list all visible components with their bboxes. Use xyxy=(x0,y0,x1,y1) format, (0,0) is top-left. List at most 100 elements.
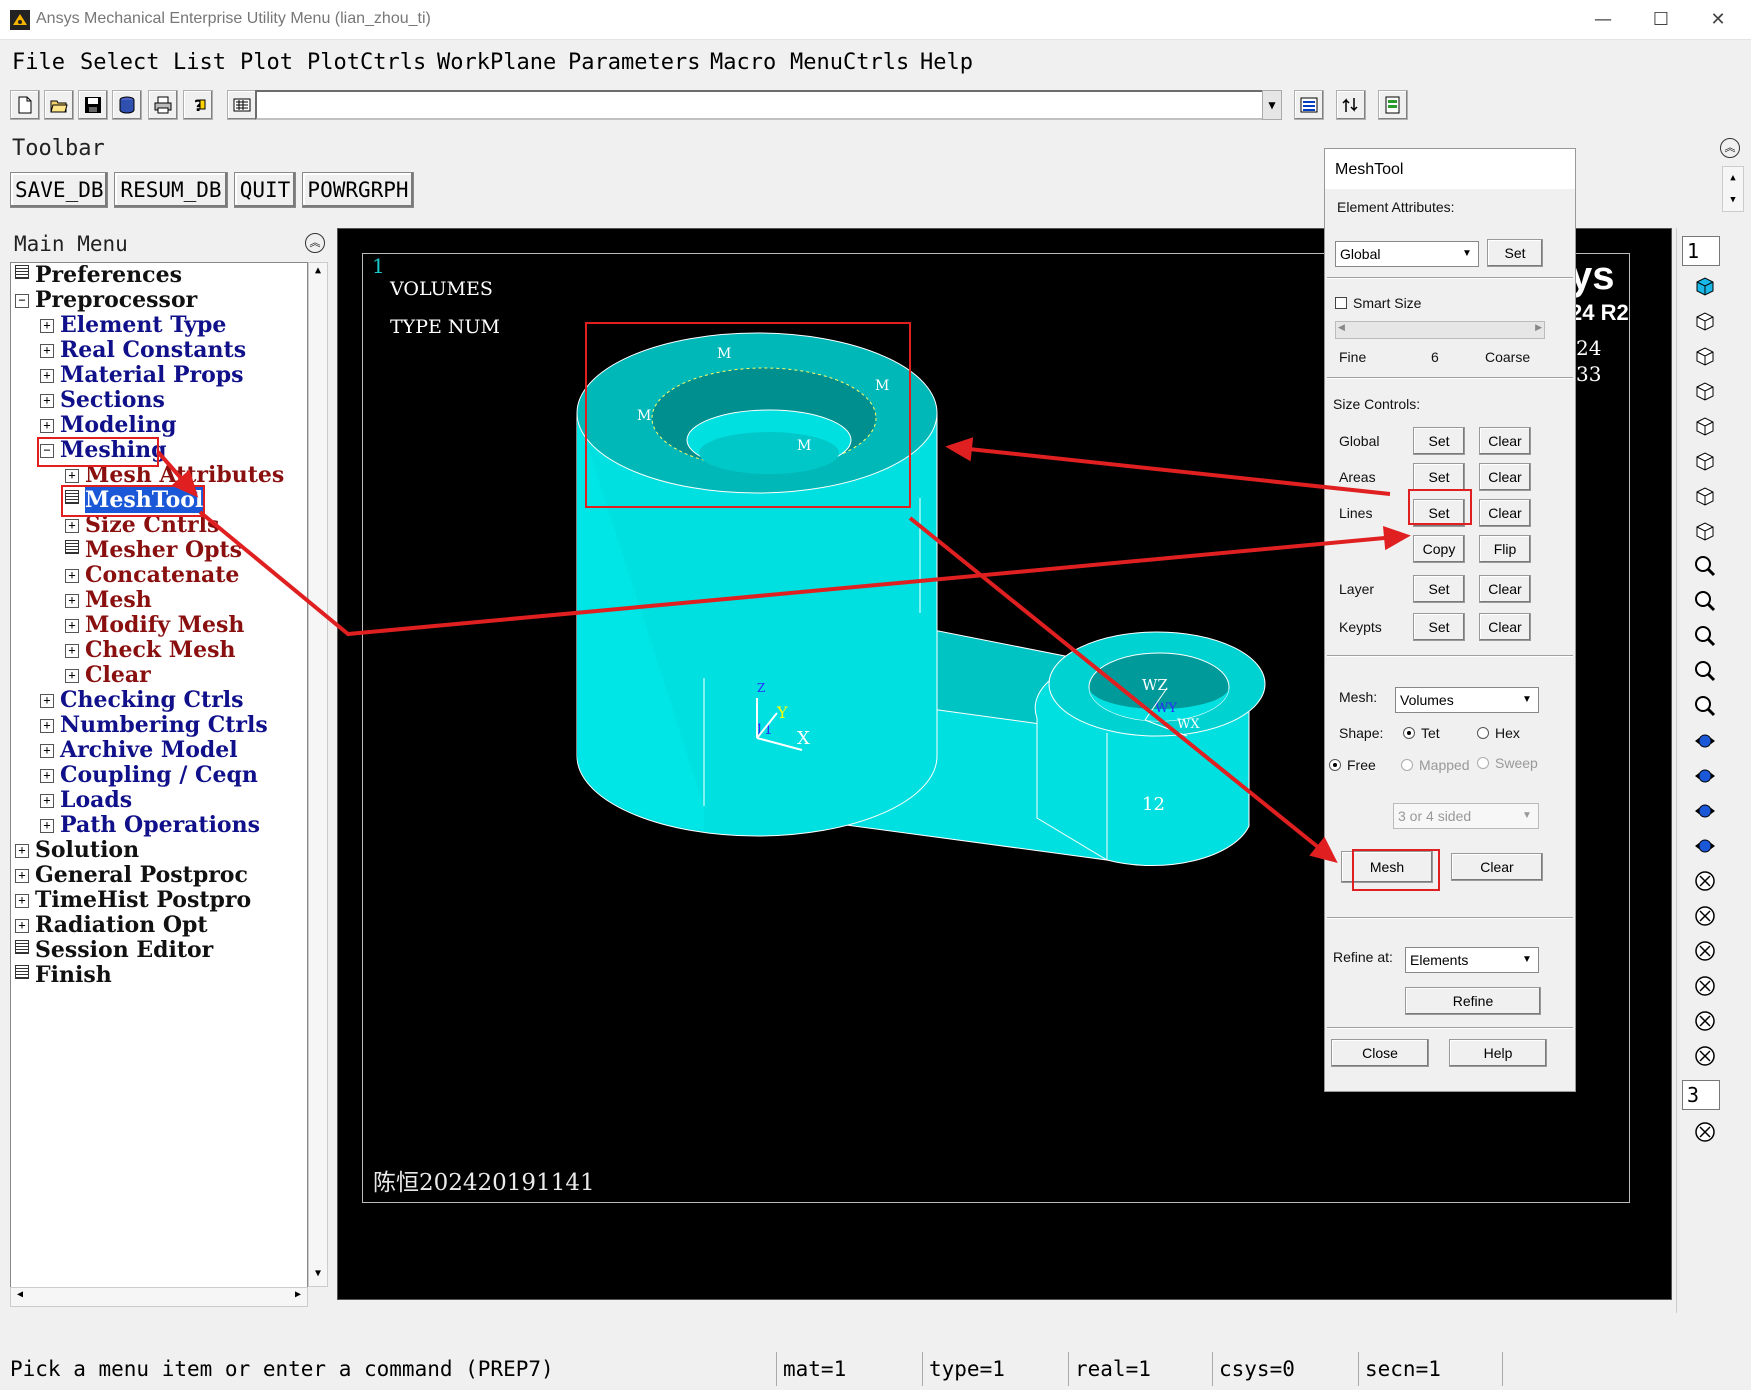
doc-icon[interactable] xyxy=(15,265,29,279)
resume-db-button[interactable]: RESUM_DB xyxy=(114,172,228,208)
tree-item-mesh-attributes[interactable]: + Mesh Attributes xyxy=(65,462,284,488)
doc-icon[interactable] xyxy=(65,540,79,554)
back-view-icon[interactable] xyxy=(1686,377,1724,407)
size-row-areas-set-button[interactable]: Set xyxy=(1413,463,1465,491)
size-row-global-set-button[interactable]: Set xyxy=(1413,427,1465,455)
doc-icon[interactable] xyxy=(15,965,29,979)
raise-hidden-icon[interactable] xyxy=(1294,90,1324,120)
left-view-icon[interactable] xyxy=(1686,482,1724,512)
tree-item-checking-ctrls[interactable]: + Checking Ctrls xyxy=(40,687,244,713)
tree-item-meshtool[interactable]: MeshTool xyxy=(65,487,204,513)
tree-item-modeling[interactable]: + Modeling xyxy=(40,412,177,438)
tree-vertical-scrollbar[interactable]: ▲ ▼ xyxy=(308,262,328,1287)
expand-icon[interactable]: + xyxy=(40,719,54,733)
main-menu-collapse-icon[interactable]: ︽ xyxy=(305,233,325,253)
menu-plot[interactable]: Plot xyxy=(240,50,293,75)
tree-item-preprocessor[interactable]: − Preprocessor xyxy=(15,287,197,313)
tree-horizontal-scrollbar[interactable]: ◀ ▶ xyxy=(10,1287,308,1307)
top-view-icon[interactable] xyxy=(1686,412,1724,442)
shape-tet-radio[interactable]: Tet xyxy=(1403,725,1440,741)
zoom-back-icon[interactable] xyxy=(1686,622,1724,652)
pan-down-icon[interactable] xyxy=(1686,832,1724,862)
tree-item-session-editor[interactable]: Session Editor xyxy=(15,937,213,963)
save-icon[interactable] xyxy=(78,90,108,120)
zoom-in-icon[interactable] xyxy=(1686,657,1724,687)
expand-icon[interactable]: + xyxy=(65,619,79,633)
tree-item-preferences[interactable]: Preferences xyxy=(15,263,182,288)
meshtool-help-button[interactable]: Help xyxy=(1449,1039,1547,1067)
element-attributes-set-button[interactable]: Set xyxy=(1487,239,1543,267)
tree-item-general-postproc[interactable]: + General Postproc xyxy=(15,862,248,888)
size-row-keypts-clear-button[interactable]: Clear xyxy=(1479,613,1531,641)
menu-parameters[interactable]: Parameters xyxy=(568,50,700,75)
toolbar-collapse-icon[interactable]: ︽ xyxy=(1720,138,1740,158)
tree-item-path-operations[interactable]: + Path Operations xyxy=(40,812,260,838)
menu-menuctrls[interactable]: MenuCtrls xyxy=(790,50,909,75)
toolbar-scroll[interactable]: ▲ ▼ xyxy=(1722,166,1744,212)
expand-icon[interactable]: + xyxy=(65,594,79,608)
size-row-lines-copy-button[interactable]: Copy xyxy=(1413,535,1465,563)
expand-icon[interactable]: + xyxy=(65,519,79,533)
tree-item-timehist-postpro[interactable]: + TimeHist Postpro xyxy=(15,887,251,913)
size-row-keypts-set-button[interactable]: Set xyxy=(1413,613,1465,641)
menu-macro[interactable]: Macro xyxy=(710,50,776,75)
free-radio[interactable]: Free xyxy=(1329,757,1376,773)
tree-item-finish[interactable]: Finish xyxy=(15,962,112,988)
mapped-radio[interactable]: Mapped xyxy=(1401,757,1470,773)
expand-icon[interactable]: + xyxy=(40,769,54,783)
size-slider[interactable]: ◀ ▶ xyxy=(1335,321,1545,339)
tree-item-sections[interactable]: + Sections xyxy=(40,387,165,413)
help-icon[interactable]: ? xyxy=(183,90,213,120)
window-select-bottom[interactable]: 3 xyxy=(1682,1080,1720,1110)
expand-icon[interactable]: + xyxy=(40,394,54,408)
size-row-lines-clear-button[interactable]: Clear xyxy=(1479,499,1531,527)
size-row-areas-clear-button[interactable]: Clear xyxy=(1479,463,1531,491)
tree-item-numbering-ctrls[interactable]: + Numbering Ctrls xyxy=(40,712,268,738)
iso-view-icon[interactable] xyxy=(1686,272,1724,302)
expand-icon[interactable]: + xyxy=(15,894,29,908)
size-row-lines-flip-button[interactable]: Flip xyxy=(1479,535,1531,563)
size-row-lines-set-button[interactable]: Set xyxy=(1413,499,1465,527)
tree-item-archive-model[interactable]: + Archive Model xyxy=(40,737,238,763)
tree-item-loads[interactable]: + Loads xyxy=(40,787,132,813)
tree-item-check-mesh[interactable]: + Check Mesh xyxy=(65,637,236,663)
rotate-y-pos-icon[interactable] xyxy=(1686,937,1724,967)
rotate-x-neg-icon[interactable] xyxy=(1686,902,1724,932)
rotate-x-pos-icon[interactable] xyxy=(1686,867,1724,897)
expand-icon[interactable]: + xyxy=(15,844,29,858)
collapse-icon[interactable]: − xyxy=(40,444,54,458)
menu-select[interactable]: Select xyxy=(80,50,159,75)
pan-right-icon[interactable] xyxy=(1686,762,1724,792)
save-db-button[interactable]: SAVE_DB xyxy=(10,172,108,208)
maximize-button[interactable]: ☐ xyxy=(1633,4,1689,36)
mesh-type-select[interactable]: Volumes ▼ xyxy=(1395,687,1539,713)
tree-item-meshing[interactable]: − Meshing xyxy=(40,437,166,463)
bottom-view-icon[interactable] xyxy=(1686,447,1724,477)
pan-up-icon[interactable] xyxy=(1686,797,1724,827)
quit-button[interactable]: QUIT xyxy=(234,172,296,208)
window-select-top[interactable]: 1 xyxy=(1682,236,1720,266)
rotate-z-pos-icon[interactable] xyxy=(1686,1007,1724,1037)
tree-item-real-constants[interactable]: + Real Constants xyxy=(40,337,246,363)
tree-item-concatenate[interactable]: + Concatenate xyxy=(65,562,239,588)
expand-icon[interactable]: + xyxy=(65,669,79,683)
tree-item-solution[interactable]: + Solution xyxy=(15,837,139,863)
tree-item-radiation-opt[interactable]: + Radiation Opt xyxy=(15,912,208,938)
print-icon[interactable] xyxy=(148,90,178,120)
tree-item-mesher-opts[interactable]: Mesher Opts xyxy=(65,537,242,563)
expand-icon[interactable]: + xyxy=(40,419,54,433)
tree-item-element-type[interactable]: + Element Type xyxy=(40,312,226,338)
expand-icon[interactable]: + xyxy=(15,869,29,883)
size-row-layer-clear-button[interactable]: Clear xyxy=(1479,575,1531,603)
doc-icon[interactable] xyxy=(65,490,79,504)
command-history-dropdown[interactable]: ▼ xyxy=(1262,90,1282,120)
new-file-icon[interactable] xyxy=(10,90,40,120)
doc-icon[interactable] xyxy=(15,940,29,954)
expand-icon[interactable]: + xyxy=(40,794,54,808)
zoom-fit-icon[interactable] xyxy=(1686,552,1724,582)
size-row-layer-set-button[interactable]: Set xyxy=(1413,575,1465,603)
size-row-global-clear-button[interactable]: Clear xyxy=(1479,427,1531,455)
expand-icon[interactable]: + xyxy=(40,819,54,833)
smart-size-checkbox[interactable]: Smart Size xyxy=(1335,295,1421,311)
expand-icon[interactable]: + xyxy=(40,694,54,708)
